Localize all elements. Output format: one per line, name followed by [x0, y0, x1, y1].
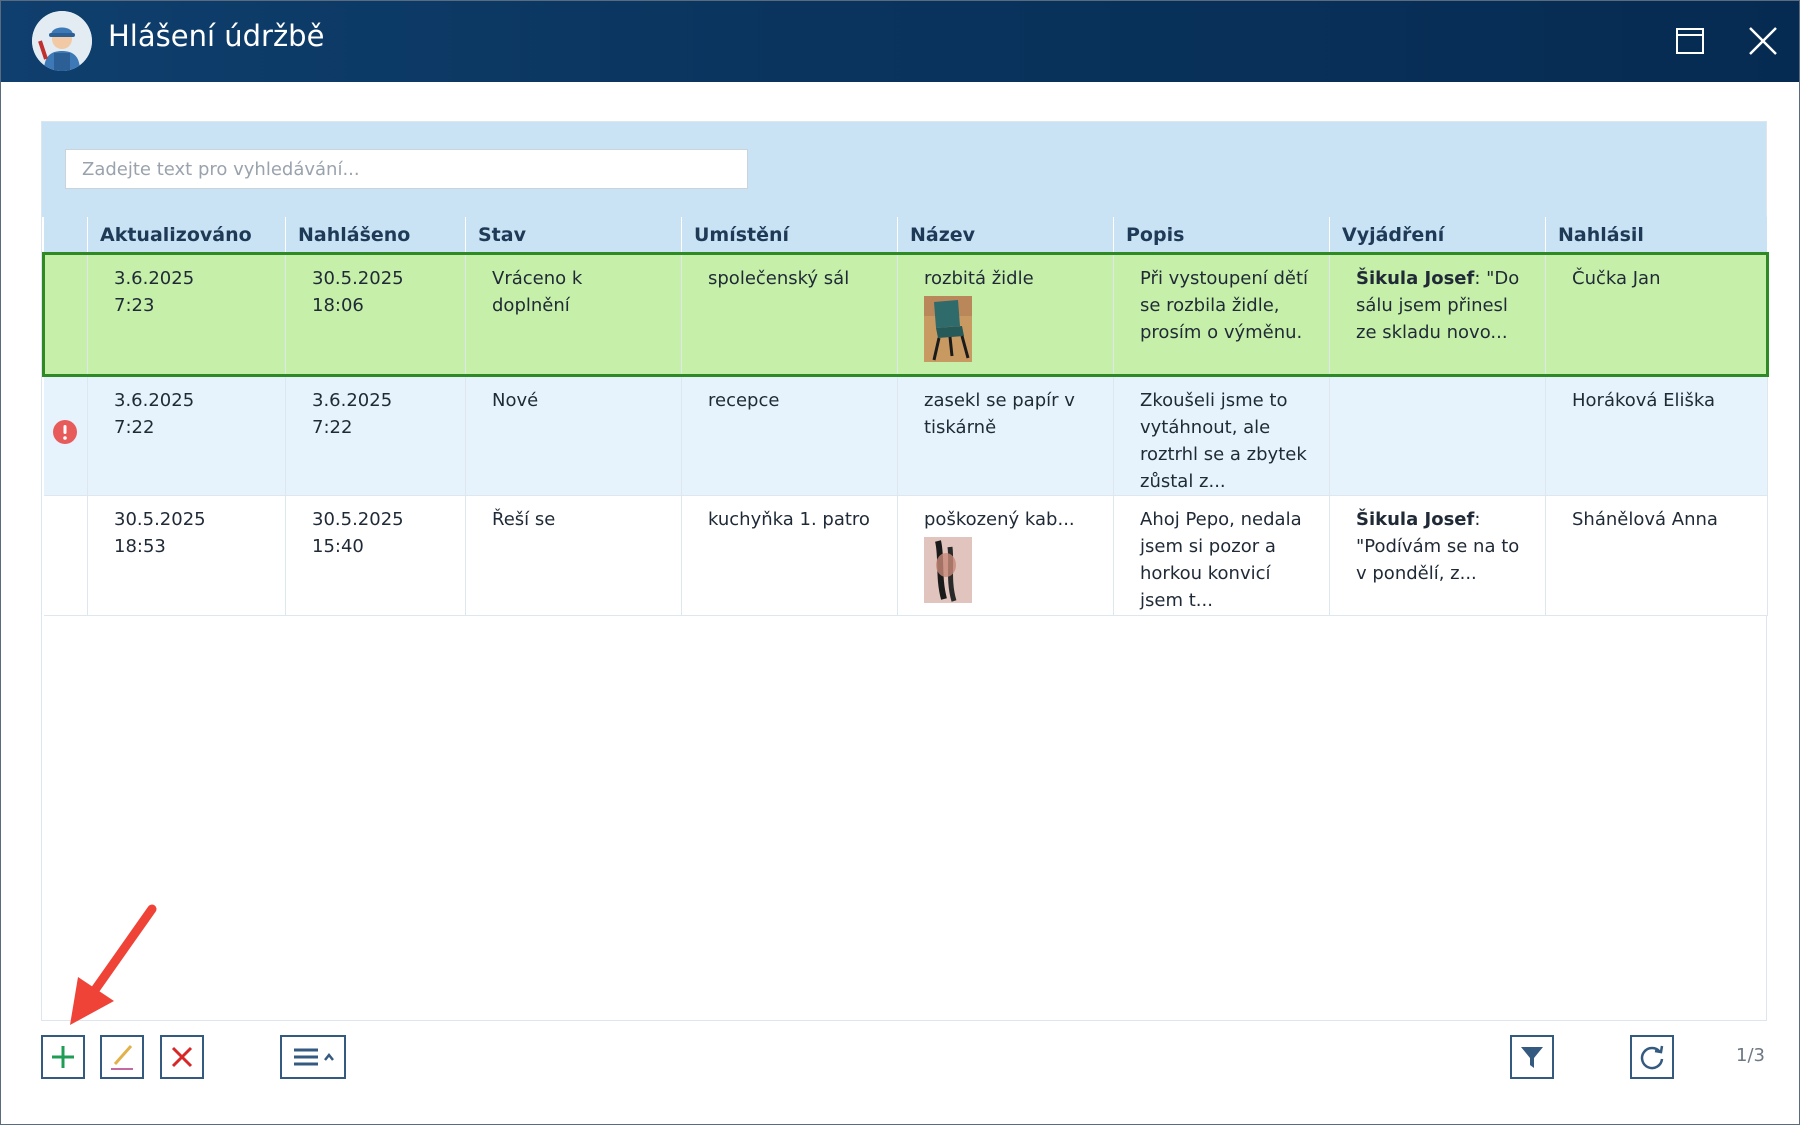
- cell-popis: Při vystoupení dětí se rozbila židle, pros…: [1113, 252, 1330, 377]
- close-icon: [1749, 27, 1777, 55]
- chair-photo-thumbnail[interactable]: [924, 296, 972, 362]
- cell-stav: Řeší se: [465, 495, 682, 616]
- column-header-popis[interactable]: Popis: [1113, 217, 1330, 254]
- cell-nahlaseno: 3.6.2025 7:22: [285, 375, 466, 496]
- grid-panel: Aktualizováno Nahlášeno Stav Umístění Ná…: [41, 121, 1769, 1021]
- cell-popis: Ahoj Pepo, nedala jsem si pozor a horkou k…: [1113, 495, 1330, 616]
- menu-icon: [294, 1048, 334, 1066]
- cell-nazev: zasekl se papír v tiskárně: [897, 375, 1114, 496]
- cell-nahlasil: Shánělová Anna: [1545, 495, 1768, 616]
- page-indicator: 1/3: [1736, 1045, 1765, 1066]
- error-icon: [53, 420, 78, 444]
- cell-umisteni: společenský sál: [681, 252, 898, 377]
- cell-nazev: rozbitá židle: [897, 252, 1114, 377]
- delete-button[interactable]: [160, 1035, 204, 1079]
- cell-vyjadreni: [1329, 375, 1546, 496]
- column-header-aktualizovano[interactable]: Aktualizováno: [87, 217, 286, 254]
- column-header-umisteni[interactable]: Umístění: [681, 217, 898, 254]
- cable-photo-thumbnail[interactable]: [924, 537, 972, 603]
- pencil-icon: [111, 1045, 133, 1070]
- row-marker: [42, 252, 88, 377]
- row-marker: [43, 495, 88, 616]
- plus-icon: [52, 1046, 74, 1068]
- column-header-nahlasil[interactable]: Nahlásil: [1545, 217, 1768, 254]
- maximize-icon: [1676, 28, 1704, 54]
- search-bar: [42, 122, 1766, 217]
- cell-vyjadreni: Šikula Josef: "Podívám se na to v pondělí,…: [1329, 495, 1546, 616]
- cell-nahlasil: Horáková Eliška: [1545, 375, 1768, 496]
- filter-icon: [1521, 1047, 1543, 1068]
- edit-button[interactable]: [100, 1035, 144, 1079]
- cell-popis: Zkoušeli jsme to vytáhnout, ale roztrhl se…: [1113, 375, 1330, 496]
- refresh-icon: [1640, 1045, 1664, 1070]
- cell-nahlaseno: 30.5.2025 15:40: [285, 495, 466, 616]
- cell-vyjadreni: Šikula Josef: "Do sálu jsem přinesl ze skl…: [1329, 252, 1546, 377]
- menu-button[interactable]: [280, 1035, 346, 1079]
- cell-aktualizovano: 3.6.2025 7:23: [87, 252, 286, 377]
- close-button[interactable]: [1743, 21, 1783, 61]
- refresh-button[interactable]: [1630, 1035, 1674, 1079]
- table-row[interactable]: 3.6.2025 7:23 30.5.2025 18:06 Vráceno k dop…: [42, 252, 1769, 377]
- table-row[interactable]: 3.6.2025 7:22 3.6.2025 7:22 Nové recepce z…: [43, 375, 1768, 496]
- cell-nahlasil: Čučka Jan: [1545, 252, 1769, 377]
- column-header-nazev[interactable]: Název: [897, 217, 1114, 254]
- row-marker: [43, 375, 88, 496]
- title-bar: Hlášení údržbě: [1, 1, 1799, 82]
- table-header: Aktualizováno Nahlášeno Stav Umístění Ná…: [43, 217, 1768, 254]
- cell-aktualizovano: 30.5.2025 18:53: [87, 495, 286, 616]
- cell-nahlaseno: 30.5.2025 18:06: [285, 252, 466, 377]
- column-header-marker: [43, 217, 88, 254]
- maintenance-window: Hlášení údržbě Ak: [0, 0, 1800, 1125]
- window-title: Hlášení údržbě: [108, 19, 325, 53]
- maintenance-worker-icon: [32, 11, 92, 71]
- cell-umisteni: recepce: [681, 375, 898, 496]
- cell-stav: Vráceno k doplnění: [465, 252, 682, 377]
- reports-table: Aktualizováno Nahlášeno Stav Umístění Ná…: [42, 217, 1769, 616]
- filter-button[interactable]: [1510, 1035, 1554, 1079]
- cell-umisteni: kuchyňka 1. patro: [681, 495, 898, 616]
- column-header-vyjadreni[interactable]: Vyjádření: [1329, 217, 1546, 254]
- column-header-nahlaseno[interactable]: Nahlášeno: [285, 217, 466, 254]
- cell-stav: Nové: [465, 375, 682, 496]
- delete-icon: [171, 1046, 193, 1068]
- maximize-button[interactable]: [1670, 21, 1710, 61]
- search-input[interactable]: [65, 149, 748, 189]
- cell-nazev: poškozený kab...: [897, 495, 1114, 616]
- red-arrow-annotation: [70, 904, 157, 1025]
- bottom-toolbar: 1/3: [41, 1035, 1765, 1081]
- table-row[interactable]: 30.5.2025 18:53 30.5.2025 15:40 Řeší se ku…: [43, 495, 1768, 616]
- cell-aktualizovano: 3.6.2025 7:22: [87, 375, 286, 496]
- column-header-stav[interactable]: Stav: [465, 217, 682, 254]
- add-button[interactable]: [41, 1035, 85, 1079]
